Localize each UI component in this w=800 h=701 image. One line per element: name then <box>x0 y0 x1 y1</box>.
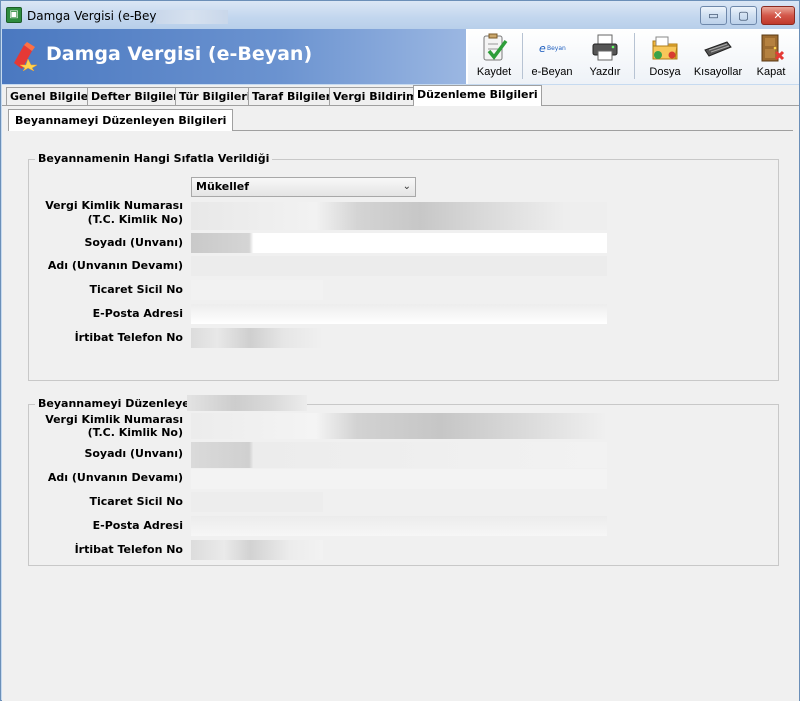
tab-content: Beyannameyi Düzenleyen Bilgileri Beyanna… <box>2 105 799 701</box>
main-tab-strip: Genel Bilgiler Defter Bilgileri Tür Bilg… <box>2 85 799 106</box>
trade-registry-input[interactable] <box>191 280 323 300</box>
banner-title: Damga Vergisi (e-Beyan) <box>46 43 313 65</box>
tab-taraf-bilgileri[interactable]: Taraf Bilgileri <box>248 87 339 105</box>
print-button[interactable]: Yazdır <box>582 31 628 82</box>
name-input[interactable] <box>191 469 607 489</box>
keyboard-icon <box>704 41 732 57</box>
surname-input[interactable] <box>191 442 607 468</box>
file-label: Dosya <box>649 66 681 78</box>
label-surname: Soyadı (Unvanı) <box>84 236 183 249</box>
label-tckn-1: Vergi Kimlik Numarası <box>45 199 183 212</box>
tab-genel-bilgiler[interactable]: Genel Bilgiler <box>6 87 98 105</box>
exit-button[interactable]: Kapat <box>748 31 794 82</box>
label-name: Adı (Unvanın Devamı) <box>47 471 183 484</box>
folder-icon <box>652 36 678 60</box>
label-email: E-Posta Adresi <box>92 307 183 320</box>
header-banner: Damga Vergisi (e-Beyan) Kaydet e Beyan e… <box>2 29 799 84</box>
tab-vergi-bildirimi[interactable]: Vergi Bildirimi <box>329 87 426 105</box>
group-preparer: Beyannameyi Düzenleyen Vergi Kimlik Numa… <box>28 395 779 566</box>
tab-tur-bilgileri[interactable]: Tür Bilgileri <box>175 87 255 105</box>
ebeyan-icon: e Beyan <box>539 42 566 55</box>
chevron-down-icon: ⌄ <box>402 181 411 192</box>
group-capacity-title: Beyannamenin Hangi Sıfatla Verildiği <box>35 152 273 165</box>
exit-label: Kapat <box>756 66 786 78</box>
window-title: Damga Vergisi (e-Beyan) <box>27 9 177 23</box>
shortcuts-label: Kısayollar <box>693 66 743 78</box>
label-email: E-Posta Adresi <box>92 519 183 532</box>
capacity-select[interactable]: Mükellef ⌄ <box>191 177 416 197</box>
title-bar[interactable]: ▣ Damga Vergisi (e-Beyan) ▭ ▢ ✕ <box>1 1 799 29</box>
preparer-redacted <box>187 395 307 411</box>
subtab-beyannameyi-duzenleyen[interactable]: Beyannameyi Düzenleyen Bilgileri <box>8 109 234 131</box>
title-redacted <box>156 10 228 24</box>
print-label: Yazdır <box>589 66 621 78</box>
label-tckn-2: (T.C. Kimlik No) <box>87 213 183 226</box>
group-preparer-title: Beyannameyi Düzenleyen <box>35 397 201 410</box>
app-window: ▣ Damga Vergisi (e-Beyan) ▭ ▢ ✕ Damga Ve… <box>0 0 800 701</box>
minimize-button[interactable]: ▭ <box>700 6 727 25</box>
shortcuts-button[interactable]: Kısayollar <box>692 31 744 82</box>
trade-registry-input[interactable] <box>191 492 323 512</box>
save-label: Kaydet <box>476 66 512 78</box>
tab-defter-bilgileri[interactable]: Defter Bilgileri <box>87 87 187 105</box>
tckn-input[interactable] <box>191 202 607 230</box>
maximize-button[interactable]: ▢ <box>730 6 757 25</box>
banner-background: Damga Vergisi (e-Beyan) <box>2 29 466 84</box>
label-tckn-2: (T.C. Kimlik No) <box>87 426 183 439</box>
door-exit-icon <box>761 34 785 62</box>
label-surname: Soyadı (Unvanı) <box>84 447 183 460</box>
ebeyan-icon-text: Beyan <box>547 45 566 52</box>
tab-duzenleme-bilgileri[interactable]: Düzenleme Bilgileri <box>413 85 542 106</box>
capacity-selected-value: Mükellef <box>196 180 250 193</box>
subtab-panel: Beyannamenin Hangi Sıfatla Verildiği Mük… <box>8 130 793 698</box>
toolbar: Kaydet e Beyan e-Beyan Yazdır Dosya Kısa… <box>468 29 799 84</box>
file-button[interactable]: Dosya <box>640 31 690 82</box>
email-input[interactable] <box>191 304 607 324</box>
surname-input[interactable] <box>191 233 607 253</box>
close-button[interactable]: ✕ <box>761 6 795 25</box>
name-input[interactable] <box>191 256 607 276</box>
group-capacity: Beyannamenin Hangi Sıfatla Verildiği Mük… <box>28 152 779 381</box>
checklist-save-icon <box>483 33 508 61</box>
label-tckn-1: Vergi Kimlik Numarası <box>45 413 183 426</box>
toolbar-separator <box>634 33 635 79</box>
ebeyan-label: e-Beyan <box>531 66 573 78</box>
toolbar-separator <box>522 33 523 79</box>
app-icon[interactable]: ▣ <box>6 7 22 23</box>
printer-icon <box>592 34 618 61</box>
label-phone: İrtibat Telefon No <box>74 543 183 556</box>
svg-text:e: e <box>539 42 546 55</box>
label-trade-registry: Ticaret Sicil No <box>89 283 183 296</box>
label-trade-registry: Ticaret Sicil No <box>89 495 183 508</box>
tckn-input[interactable] <box>191 413 607 439</box>
save-button[interactable]: Kaydet <box>470 31 518 82</box>
phone-input[interactable] <box>191 328 323 348</box>
label-name: Adı (Unvanın Devamı) <box>47 259 183 272</box>
stamp-logo-icon <box>14 42 38 71</box>
email-input[interactable] <box>191 516 607 536</box>
phone-input[interactable] <box>191 540 323 560</box>
label-phone: İrtibat Telefon No <box>74 331 183 344</box>
ebeyan-button[interactable]: e Beyan e-Beyan <box>526 31 578 82</box>
